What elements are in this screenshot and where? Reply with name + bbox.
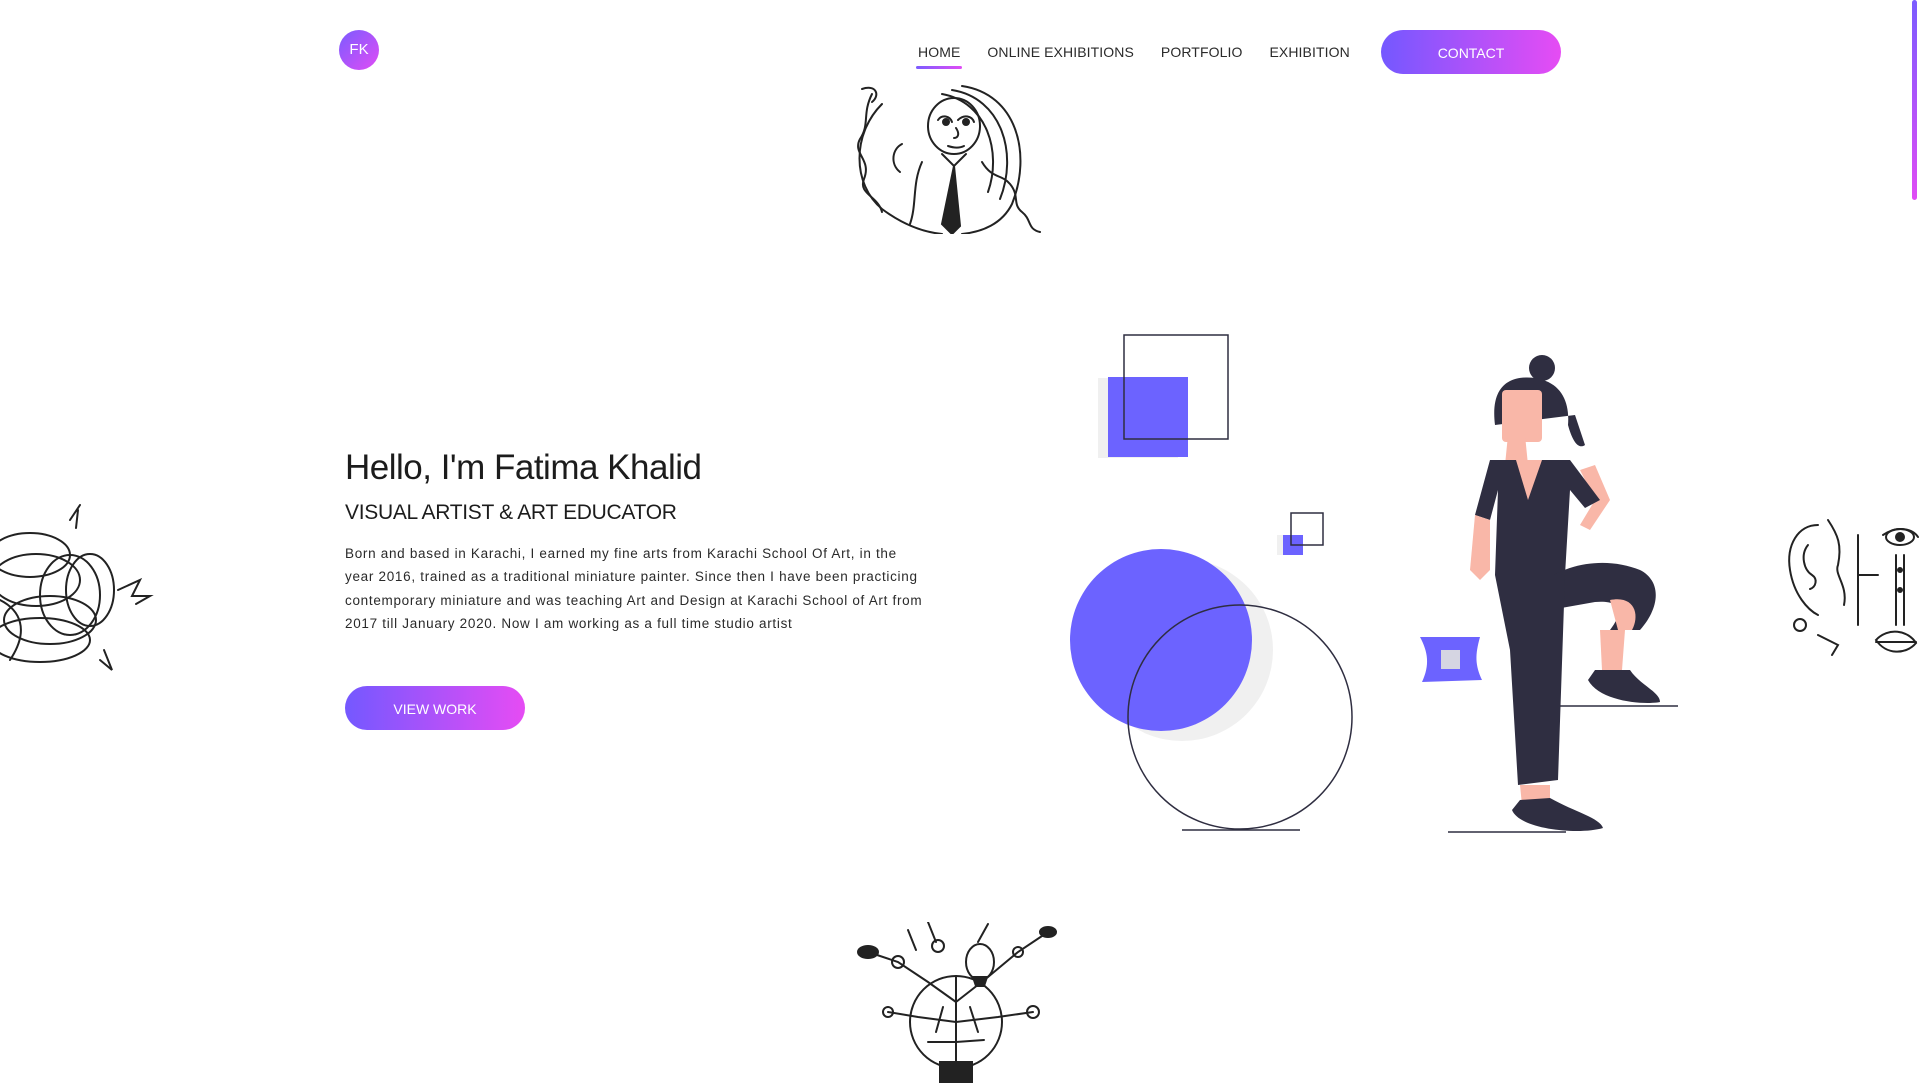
nav-exhibition[interactable]: EXHIBITION bbox=[1269, 44, 1349, 69]
line-art-portrait-sketch-icon bbox=[857, 85, 1041, 234]
hero-title: Hello, I'm Fatima Khalid bbox=[345, 448, 702, 487]
hero-illustration bbox=[1070, 334, 1678, 833]
page: FK HOME ONLINE EXHIBITIONS PORTFOLIO EXH… bbox=[0, 0, 1919, 1088]
line-art-lightbulb-sketch-icon bbox=[857, 922, 1057, 1083]
line-art-knot-sketch-icon bbox=[0, 504, 154, 671]
logo[interactable]: FK bbox=[339, 30, 379, 70]
main-nav: HOME ONLINE EXHIBITIONS PORTFOLIO EXHIBI… bbox=[915, 44, 1350, 69]
nav-home[interactable]: HOME bbox=[915, 44, 963, 69]
contact-button[interactable]: CONTACT bbox=[1381, 30, 1561, 74]
view-work-button[interactable]: VIEW WORK bbox=[345, 686, 525, 730]
nav-online-exhibitions[interactable]: ONLINE EXHIBITIONS bbox=[987, 44, 1134, 69]
nav-portfolio[interactable]: PORTFOLIO bbox=[1161, 44, 1243, 69]
line-art-faces-sketch-icon bbox=[1788, 519, 1919, 656]
scrollbar-thumb[interactable] bbox=[1912, 0, 1917, 200]
hero-bio: Born and based in Karachi, I earned my f… bbox=[345, 546, 923, 631]
hero-subtitle: VISUAL ARTIST & ART EDUCATOR bbox=[345, 501, 677, 524]
